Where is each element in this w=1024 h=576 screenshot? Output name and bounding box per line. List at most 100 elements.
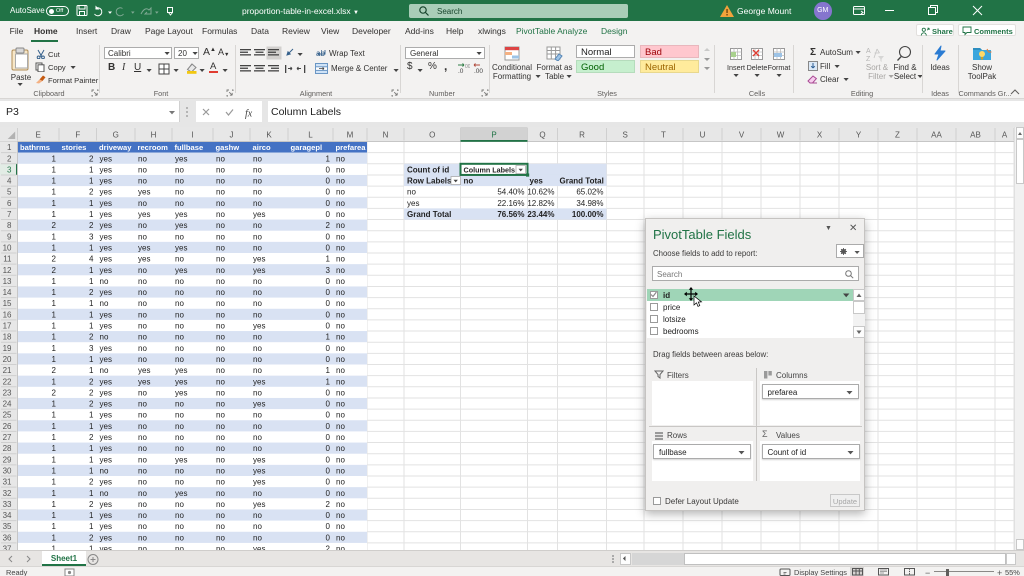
svg-text:1: 1 [326, 333, 331, 342]
svg-text:no: no [100, 299, 109, 308]
svg-text:no: no [175, 177, 184, 186]
svg-text:1: 1 [326, 154, 331, 163]
svg-text:N: N [383, 131, 389, 140]
svg-text:1: 1 [89, 210, 94, 219]
svg-text:no: no [138, 355, 147, 364]
svg-text:2: 2 [52, 255, 57, 264]
svg-text:no: no [336, 344, 345, 353]
svg-text:1: 1 [52, 232, 57, 241]
svg-text:no: no [175, 411, 184, 420]
svg-text:no: no [175, 255, 184, 264]
svg-text:no: no [336, 299, 345, 308]
svg-text:2: 2 [326, 500, 331, 509]
svg-text:yes: yes [100, 154, 112, 163]
svg-text:0: 0 [326, 522, 331, 531]
svg-text:Grand Total: Grand Total [407, 210, 451, 219]
svg-text:yes: yes [253, 466, 265, 475]
svg-text:no: no [216, 422, 225, 431]
svg-text:no: no [336, 210, 345, 219]
svg-text:A: A [866, 48, 871, 55]
svg-text:no: no [253, 344, 262, 353]
svg-text:6: 6 [7, 199, 12, 208]
svg-text:26: 26 [3, 422, 12, 431]
svg-text:no: no [336, 232, 345, 241]
svg-text:Row Labels: Row Labels [407, 177, 452, 186]
svg-text:31: 31 [3, 478, 12, 487]
svg-text:no: no [253, 243, 262, 252]
svg-text:1: 1 [89, 411, 94, 420]
svg-text:no: no [138, 299, 147, 308]
svg-text:36: 36 [3, 533, 12, 542]
svg-text:no: no [138, 400, 147, 409]
svg-text:3: 3 [326, 266, 331, 275]
svg-text:no: no [336, 377, 345, 386]
svg-text:no: no [336, 310, 345, 319]
svg-text:no: no [216, 433, 225, 442]
svg-text:AB: AB [970, 131, 981, 140]
svg-text:1: 1 [89, 355, 94, 364]
svg-text:27: 27 [3, 433, 12, 442]
svg-text:1: 1 [326, 377, 331, 386]
svg-text:34.98%: 34.98% [576, 199, 603, 208]
svg-text:stories: stories [62, 143, 87, 152]
svg-text:no: no [336, 154, 345, 163]
svg-text:no: no [138, 177, 147, 186]
svg-text:2: 2 [89, 388, 94, 397]
svg-text:20: 20 [3, 355, 12, 364]
svg-text:22: 22 [3, 377, 12, 386]
svg-text:no: no [407, 188, 416, 197]
svg-text:0: 0 [326, 177, 331, 186]
svg-text:no: no [138, 455, 147, 464]
svg-text:no: no [253, 177, 262, 186]
svg-text:4: 4 [7, 177, 12, 186]
svg-text:no: no [253, 299, 262, 308]
svg-text:no: no [216, 444, 225, 453]
svg-text:AA: AA [931, 131, 942, 140]
svg-text:1: 1 [89, 243, 94, 252]
svg-text:30: 30 [3, 466, 12, 475]
svg-text:no: no [216, 489, 225, 498]
svg-text:no: no [216, 266, 225, 275]
svg-text:no: no [216, 355, 225, 364]
svg-text:yes: yes [175, 154, 187, 163]
svg-text:1: 1 [89, 444, 94, 453]
svg-text:bathrms: bathrms [20, 143, 50, 152]
svg-text:yes: yes [530, 177, 544, 186]
svg-text:0: 0 [326, 243, 331, 252]
svg-text:yes: yes [175, 366, 187, 375]
svg-text:1: 1 [89, 489, 94, 498]
svg-text:no: no [216, 299, 225, 308]
svg-text:no: no [253, 422, 262, 431]
svg-text:Q: Q [539, 131, 545, 140]
svg-text:yes: yes [100, 232, 112, 241]
svg-text:no: no [175, 277, 184, 286]
svg-text:no: no [175, 288, 184, 297]
svg-text:yes: yes [253, 266, 265, 275]
svg-text:5: 5 [7, 188, 12, 197]
svg-text:12: 12 [3, 266, 12, 275]
svg-text:19: 19 [3, 344, 12, 353]
svg-text:yes: yes [100, 411, 112, 420]
svg-text:1: 1 [52, 522, 57, 531]
svg-text:E: E [36, 131, 41, 140]
svg-text:12.82%: 12.82% [527, 199, 554, 208]
svg-text:1: 1 [52, 322, 57, 331]
svg-text:yes: yes [100, 266, 112, 275]
svg-text:yes: yes [253, 210, 265, 219]
svg-text:no: no [253, 188, 262, 197]
svg-text:no: no [253, 533, 262, 542]
svg-text:1: 1 [52, 511, 57, 520]
svg-text:yes: yes [100, 310, 112, 319]
svg-text:no: no [216, 232, 225, 241]
svg-text:yes: yes [100, 288, 112, 297]
svg-text:0: 0 [326, 165, 331, 174]
svg-text:no: no [253, 411, 262, 420]
svg-text:2: 2 [52, 366, 57, 375]
svg-text:no: no [175, 522, 184, 531]
svg-text:65.02%: 65.02% [576, 188, 603, 197]
svg-text:1: 1 [326, 255, 331, 264]
svg-text:no: no [138, 388, 147, 397]
svg-text:no: no [336, 444, 345, 453]
svg-text:1: 1 [89, 266, 94, 275]
svg-text:no: no [216, 478, 225, 487]
